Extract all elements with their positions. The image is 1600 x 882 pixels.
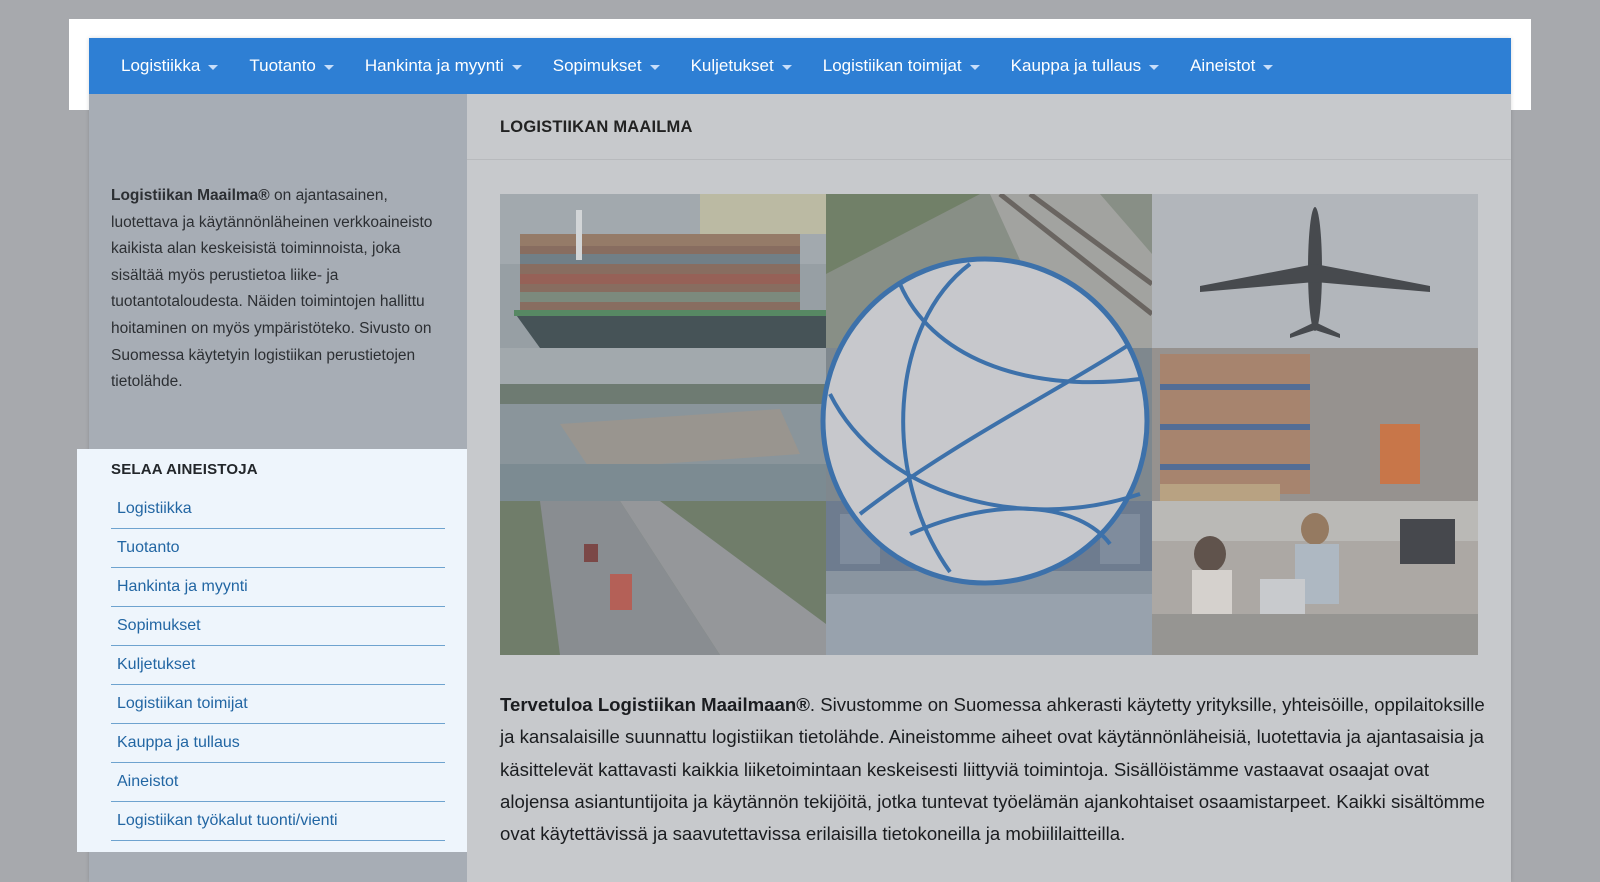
nav-item-kauppa[interactable]: Kauppa ja tullaus <box>1010 56 1160 76</box>
nav-label: Aineistot <box>1190 56 1256 75</box>
nav-label: Tuotanto <box>249 56 316 75</box>
hero-collage <box>500 194 1478 655</box>
chevron-down-icon <box>208 64 219 70</box>
nav-label: Kuljetukset <box>690 56 774 75</box>
browse-link-hankinta[interactable]: Hankinta ja myynti <box>111 568 445 607</box>
nav-item-logistiikka[interactable]: Logistiikka <box>121 56 219 76</box>
about-description: on ajantasainen, luotettava ja käytännön… <box>111 187 433 391</box>
intro-paragraph: Tervetuloa Logistiikan Maailmaan®. Sivus… <box>500 689 1485 850</box>
browse-list: Logistiikka Tuotanto Hankinta ja myynti … <box>111 490 445 841</box>
nav-label: Logistiikan toimijat <box>822 56 962 75</box>
nav-label: Logistiikka <box>121 56 201 75</box>
chevron-down-icon <box>1149 64 1160 70</box>
about-text: Logistiikan Maailma® on ajantasainen, lu… <box>111 183 451 396</box>
nav-label: Hankinta ja myynti <box>364 56 504 75</box>
browse-link-aineistot[interactable]: Aineistot <box>111 763 445 802</box>
nav-item-tuotanto[interactable]: Tuotanto <box>249 56 334 76</box>
intro-body: . Sivustomme on Suomessa ahkerasti käyte… <box>500 694 1485 845</box>
browse-link-tyokalut[interactable]: Logistiikan työkalut tuonti/vienti <box>111 802 445 841</box>
browse-link-kuljetukset[interactable]: Kuljetukset <box>111 646 445 685</box>
chevron-down-icon <box>1263 64 1274 70</box>
browse-link-tuotanto[interactable]: Tuotanto <box>111 529 445 568</box>
chevron-down-icon <box>781 64 792 70</box>
nav-item-aineistot[interactable]: Aineistot <box>1190 56 1274 76</box>
page-title: LOGISTIIKAN MAAILMA <box>500 118 693 136</box>
browse-link-sopimukset[interactable]: Sopimukset <box>111 607 445 646</box>
chevron-down-icon <box>649 64 660 70</box>
browse-title: SELAA AINEISTOJA <box>111 461 258 478</box>
nav-label: Sopimukset <box>552 56 642 75</box>
intro-heading: Tervetuloa Logistiikan Maailmaan® <box>500 694 810 715</box>
browse-link-toimijat[interactable]: Logistiikan toimijat <box>111 685 445 724</box>
chevron-down-icon <box>511 64 522 70</box>
browse-link-kauppa[interactable]: Kauppa ja tullaus <box>111 724 445 763</box>
chevron-down-icon <box>323 64 334 70</box>
main-navbar: Logistiikka Tuotanto Hankinta ja myynti … <box>89 38 1511 94</box>
chevron-down-icon <box>969 64 980 70</box>
nav-item-kuljetukset[interactable]: Kuljetukset <box>691 56 792 76</box>
nav-label: Kauppa ja tullaus <box>1010 56 1142 75</box>
nav-item-toimijat[interactable]: Logistiikan toimijat <box>823 56 980 76</box>
nav-item-hankinta[interactable]: Hankinta ja myynti <box>365 56 522 76</box>
nav-item-sopimukset[interactable]: Sopimukset <box>553 56 660 76</box>
about-brand: Logistiikan Maailma® <box>111 187 270 204</box>
browse-link-logistiikka[interactable]: Logistiikka <box>111 490 445 529</box>
